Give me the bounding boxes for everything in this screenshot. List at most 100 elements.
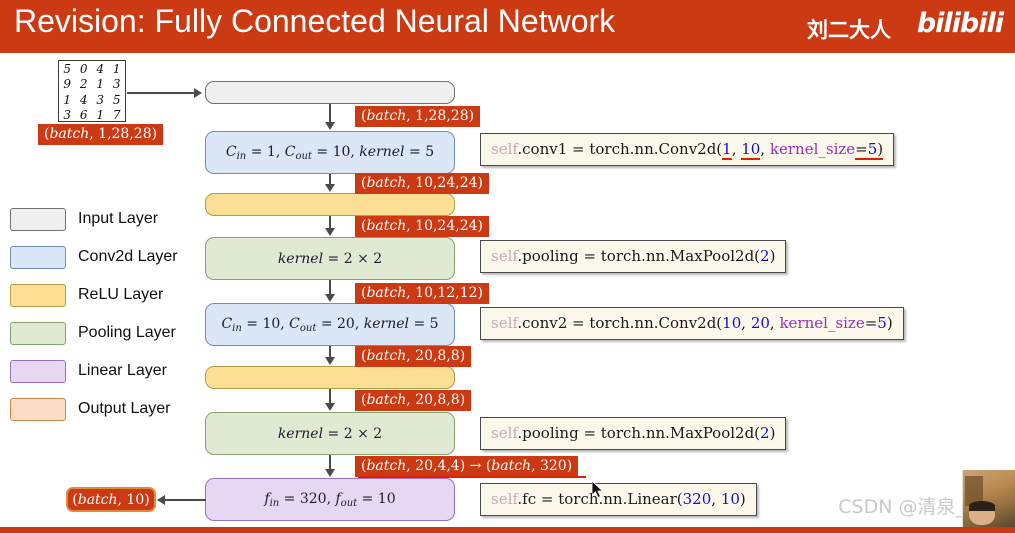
node-output-label: (batch, 10) [72,491,150,508]
tag-after-pool1: (batch, 10,12,12) [355,283,489,305]
arrow-input-to-conv1-icon [325,122,335,130]
code-fc-close: ) [739,490,746,508]
code-pool2[interactable]: self.pooling = torch.nn.MaxPool2d(2) [480,417,787,450]
arrow-relu1-to-pool1-icon [325,228,335,236]
connector-relu2-to-pool2 [329,389,331,404]
legend-item-input: Input Layer [10,200,178,238]
mnist-digit: 3 [112,77,121,92]
code-fc-self: self [491,490,518,508]
code-conv2-attr: .conv2 = torch.nn.Conv2d( [517,314,723,332]
tag-after-relu2: (batch, 20,8,8) [355,390,472,412]
legend-swatch-relu-icon [10,283,66,307]
code-conv1-arg2: 10 [741,140,761,160]
mnist-digit: 1 [96,108,105,123]
connector-pool1-to-conv2 [329,280,331,295]
code-conv1-kw: kernel_size [769,140,856,158]
legend-swatch-input-icon [10,207,66,231]
tag-after-relu1: (batch, 10,24,24) [355,216,489,238]
node-linear-label: fin = 320, fout = 10 [264,490,396,509]
mnist-digit: 6 [79,108,88,123]
arrow-conv2-to-relu2-icon [325,357,335,365]
arrow-conv1-to-relu1-icon [325,184,335,192]
code-conv1-attr: .conv1 = torch.nn.Conv2d( [517,140,723,158]
code-conv2[interactable]: self.conv2 = torch.nn.Conv2d(10, 20, ker… [480,307,904,340]
code-conv1-close: ) [877,140,884,160]
mnist-digit: 7 [112,108,121,123]
mnist-row: 1 4 3 5 [59,92,125,108]
mnist-row: 5 0 4 1 [59,61,125,77]
mnist-digit: 5 [112,92,121,107]
code-pool2-self: self [491,424,518,442]
page-title: Revision: Fully Connected Neural Network [14,3,616,39]
mnist-digit: 3 [63,108,72,123]
code-pool1[interactable]: self.pooling = torch.nn.MaxPool2d(2) [480,240,787,273]
slide-header: Revision: Fully Connected Neural Network… [0,0,1015,53]
code-pool2-close: ) [769,424,776,442]
bilibili-logo: bilibili [916,8,1004,39]
node-conv1-label: Cin = 1, Cout = 10, kernel = 5 [225,143,435,162]
mnist-row: 9 2 1 3 [59,77,125,93]
node-pool2-label: kernel = 2 × 2 [277,425,383,442]
code-fc[interactable]: self.fc = torch.nn.Linear(320, 10) [480,483,757,516]
legend-item-conv2d: Conv2d Layer [10,238,178,276]
legend-label-linear: Linear Layer [78,362,167,379]
code-conv1-arg1: 1 [722,140,732,160]
code-fc-arg2: 10 [720,490,740,508]
arrow-mnist-to-input-icon [194,88,202,98]
node-relu1-layer [205,193,455,216]
mnist-digit: 2 [79,77,88,92]
legend-swatch-conv2d-icon [10,245,66,269]
node-relu2-layer [205,366,455,389]
webcam-presenter-hair [969,501,995,511]
code-pool1-close: ) [769,247,776,265]
legend-label-relu: ReLU Layer [78,286,164,303]
mnist-sample-image: 5 0 4 1 9 2 1 3 1 4 3 5 3 6 1 7 [58,60,126,122]
code-conv1-arg3: 5 [867,140,878,160]
flatten-underline [358,476,586,478]
legend-swatch-linear-icon [10,359,66,383]
code-conv1[interactable]: self.conv1 = torch.nn.Conv2d(1, 10, kern… [480,133,895,166]
connector-pool2-to-linear [329,455,331,470]
code-conv1-sep1: , [731,140,742,158]
legend-label-output: Output Layer [78,400,171,417]
slide-footer-bar [0,527,1015,533]
tag-after-conv2: (batch, 20,8,8) [355,346,472,368]
code-conv2-kw: kernel_size [779,314,865,332]
legend-item-linear: Linear Layer [10,352,178,390]
mnist-digit: 5 [63,61,72,76]
mnist-digit: 1 [63,92,72,107]
tag-input-shape: (batch, 1,28,28) [355,106,481,128]
node-conv1-layer: Cin = 1, Cout = 10, kernel = 5 [205,131,455,174]
arrow-relu2-to-pool2-icon [325,403,335,411]
code-conv2-close: ) [886,314,893,332]
code-fc-arg1: 320 [682,490,712,508]
legend-swatch-output-icon [10,397,66,421]
connector-mnist-to-input [127,92,195,94]
connector-input-to-conv1 [329,104,331,123]
node-pool2-layer: kernel = 2 × 2 [205,412,455,455]
legend-label-conv2d: Conv2d Layer [78,248,178,265]
code-conv1-eq: = [855,140,868,160]
slide-root: Revision: Fully Connected Neural Network… [0,0,1015,533]
mnist-digit: 3 [96,92,105,107]
code-conv2-self: self [491,314,518,332]
channel-author: 刘二大人 [807,18,891,42]
code-pool2-arg1: 2 [760,424,770,442]
connector-linear-to-output [158,499,206,501]
code-conv1-sep2: , [760,140,770,158]
legend-label-input: Input Layer [78,210,159,227]
mnist-row: 3 6 1 7 [59,108,125,124]
header-divider [0,53,1015,56]
arrow-pool2-to-linear-icon [325,469,335,477]
legend-item-output: Output Layer [10,390,178,428]
code-pool2-attr: .pooling = torch.nn.MaxPool2d( [517,424,761,442]
code-pool1-arg1: 2 [760,247,770,265]
legend-swatch-pooling-icon [10,321,66,345]
arrow-pool1-to-conv2-icon [325,294,335,302]
node-input-layer [205,81,455,104]
node-conv2-layer: Cin = 10, Cout = 20, kernel = 5 [205,303,455,346]
legend-item-relu: ReLU Layer [10,276,178,314]
tag-after-conv1: (batch, 10,24,24) [355,173,489,195]
code-conv2-arg2: 20 [750,314,770,332]
mouse-cursor-icon [592,481,604,499]
